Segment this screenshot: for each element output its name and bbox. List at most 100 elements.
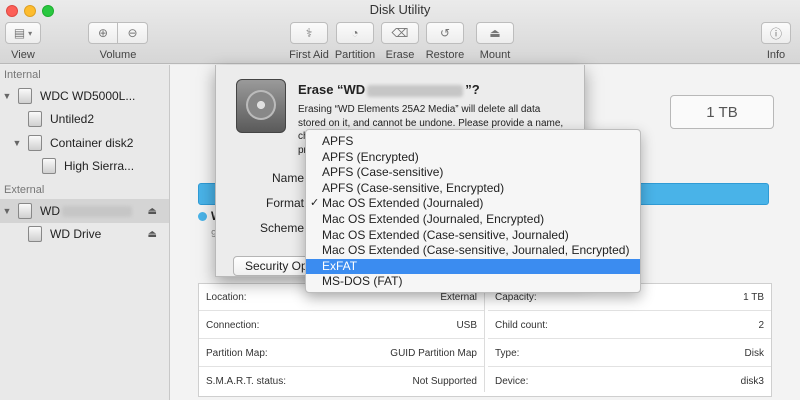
scheme-label: Scheme (259, 221, 304, 235)
volume-icon (28, 111, 42, 127)
sidebar-item-external-disk[interactable]: ▼ WD ⏏ (0, 199, 169, 223)
format-option-label: APFS (Case-sensitive, Encrypted) (322, 180, 505, 195)
info-table: Location: External Connection: USB Parti… (198, 283, 772, 397)
sidebar-item-wd-drive[interactable]: WD Drive ⏏ (0, 222, 169, 246)
first-aid-label: First Aid (289, 49, 329, 61)
info-column-left: Location: External Connection: USB Parti… (199, 284, 484, 396)
eraser-icon: ⌫ (391, 26, 409, 40)
sidebar-item-label: High Sierra... (64, 159, 135, 173)
format-option-label: Mac OS Extended (Journaled) (322, 196, 484, 211)
view-label: View (11, 49, 35, 61)
container-icon (28, 135, 42, 151)
mount-label: Mount (479, 49, 511, 61)
format-option-label: APFS (322, 134, 354, 148)
format-option-macos-extended-case-sensitive-journaled[interactable]: Mac OS Extended (Case-sensitive, Journal… (306, 228, 640, 244)
format-option-label: Mac OS Extended (Journaled, Encrypted) (322, 211, 545, 226)
first-aid-toolbar-item[interactable]: ⚕ First Aid (287, 22, 331, 61)
view-button[interactable]: ▤ ▾ (5, 22, 41, 44)
info-label: Connection: (206, 319, 260, 331)
partition-label: Partition (334, 49, 376, 61)
format-option-exfat[interactable]: ExFAT (306, 258, 640, 275)
info-value: GUID Partition Map (390, 347, 477, 359)
sidebar-item-internal-disk[interactable]: ▼ WDC WD5000L... (0, 84, 169, 108)
title-bar: Disk Utility ▤ ▾ View ⊕ ⊖ Volume ⚕ First … (0, 0, 800, 64)
sidebar-item-label: WD (40, 204, 60, 218)
add-volume-icon: ⊕ (97, 26, 109, 40)
format-option-apfs-case-sensitive[interactable]: APFS (Case-sensitive) (306, 165, 640, 181)
erase-button[interactable]: ⌫ (381, 22, 419, 44)
legend-dot (198, 212, 207, 221)
sidebar-icon: ▤ (13, 26, 26, 40)
add-volume-button[interactable]: ⊕ (88, 22, 118, 44)
sidebar-item-container-disk2[interactable]: ▼ Container disk2 (0, 131, 169, 155)
hard-drive-icon (236, 79, 286, 133)
partition-button[interactable]: ◔ (336, 22, 374, 44)
capacity-box: 1 TB (670, 95, 774, 129)
dialog-message-line: Erasing “WD Elements 25A2 Media” will de… (298, 104, 541, 115)
volume-icon (28, 226, 42, 242)
info-label: Location: (206, 291, 247, 303)
info-toolbar-item[interactable]: ⓘ Info (758, 22, 794, 61)
view-toolbar-item[interactable]: ▤ ▾ View (5, 22, 41, 61)
format-option-apfs-encrypted[interactable]: APFS (Encrypted) (306, 150, 640, 166)
name-label: Name (271, 171, 304, 185)
restore-toolbar-item[interactable]: ↺ Restore (424, 22, 466, 61)
info-row-child-count: Child count: 2 (488, 312, 771, 339)
sidebar-section-external: External (4, 184, 45, 196)
restore-button[interactable]: ↺ (426, 22, 464, 44)
sidebar-item-untiled2[interactable]: Untiled2 (0, 107, 169, 131)
info-row-partition-map: Partition Map: GUID Partition Map (199, 340, 484, 367)
disclosure-triangle-icon[interactable]: ▼ (12, 138, 22, 148)
info-button[interactable]: ⓘ (761, 22, 791, 44)
info-value: disk3 (740, 376, 764, 387)
eject-icon[interactable]: ⏏ (148, 229, 157, 240)
info-label: Partition Map: (206, 347, 268, 359)
sidebar-item-high-sierra[interactable]: High Sierra... (0, 154, 169, 178)
info-divider (484, 288, 485, 392)
sidebar: Internal ▼ WDC WD5000L... Untiled2 ▼ Con… (0, 65, 170, 400)
info-label: Child count: (495, 319, 548, 331)
eject-icon[interactable]: ⏏ (148, 206, 157, 217)
format-option-macos-extended-case-sensitive-journaled-encrypted[interactable]: Mac OS Extended (Case-sensitive, Journal… (306, 243, 640, 259)
volume-icon (42, 158, 56, 174)
info-row-type: Type: Disk (488, 340, 771, 367)
format-option-apfs-case-sensitive-encrypted[interactable]: APFS (Case-sensitive, Encrypted) (306, 181, 640, 197)
mount-button[interactable]: ⏏ (476, 22, 514, 44)
info-column-right: Capacity: 1 TB Child count: 2 Type: Disk… (488, 284, 771, 396)
restore-label: Restore (425, 49, 465, 61)
info-label: Info (766, 49, 786, 61)
sidebar-item-label: WDC WD5000L... (40, 89, 136, 103)
info-row-connection: Connection: USB (199, 312, 484, 339)
volume-label: Volume (99, 49, 137, 61)
disclosure-triangle-icon[interactable]: ▼ (2, 206, 12, 216)
dialog-title: Erase “WD ”? (298, 82, 480, 97)
info-label: Capacity: (495, 291, 537, 303)
window-title: Disk Utility (369, 2, 431, 17)
info-label: S.M.A.R.T. status: (206, 376, 287, 387)
erase-toolbar-item[interactable]: ⌫ Erase (380, 22, 420, 61)
format-option-macos-extended-journaled[interactable]: ✓ Mac OS Extended (Journaled) (306, 196, 640, 212)
restore-arrow-icon: ↺ (439, 26, 451, 40)
info-value: External (440, 291, 477, 303)
stethoscope-icon: ⚕ (305, 26, 313, 40)
sidebar-section-internal: Internal (4, 69, 41, 81)
info-value: 2 (758, 319, 764, 331)
info-value: USB (456, 319, 477, 331)
volume-toolbar-item[interactable]: ⊕ ⊖ Volume (88, 22, 148, 61)
hard-disk-icon (18, 88, 32, 104)
info-value: Disk (744, 347, 764, 359)
format-popup-menu: APFS APFS (Encrypted) APFS (Case-sensiti… (305, 129, 641, 293)
sidebar-item-label: Untiled2 (50, 112, 95, 126)
info-row-device: Device: disk3 (488, 368, 771, 395)
format-option-ms-dos-fat[interactable]: MS-DOS (FAT) (306, 274, 640, 290)
mount-toolbar-item[interactable]: ⏏ Mount (474, 22, 516, 61)
disclosure-triangle-icon[interactable]: ▼ (2, 91, 12, 101)
checkmark-icon: ✓ (310, 197, 320, 210)
mount-icon: ⏏ (489, 26, 501, 40)
format-option-apfs[interactable]: APFS (306, 134, 640, 150)
remove-volume-icon: ⊖ (127, 26, 138, 40)
format-option-macos-extended-journaled-encrypted[interactable]: Mac OS Extended (Journaled, Encrypted) (306, 212, 640, 228)
remove-volume-button[interactable]: ⊖ (118, 22, 148, 44)
partition-toolbar-item[interactable]: ◔ Partition (333, 22, 377, 61)
first-aid-button[interactable]: ⚕ (290, 22, 328, 44)
